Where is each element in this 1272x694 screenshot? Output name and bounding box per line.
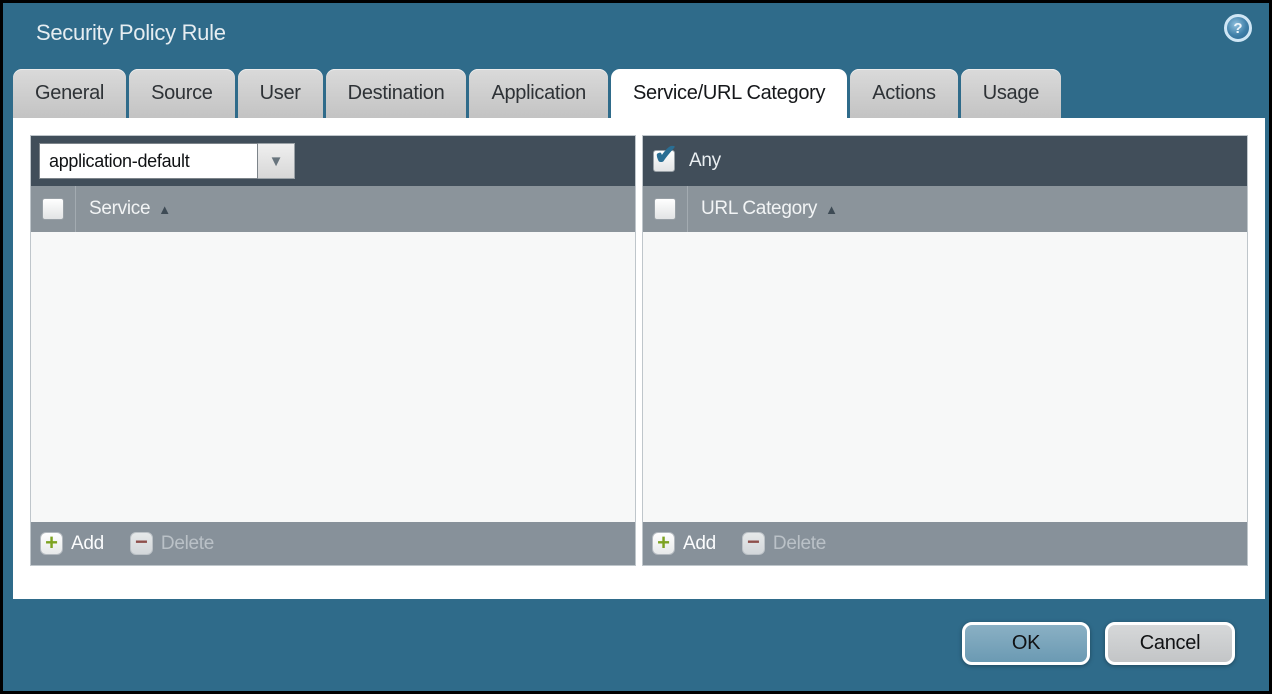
service-delete-button[interactable]: − Delete xyxy=(130,532,214,555)
minus-icon: − xyxy=(130,532,153,555)
service-add-button[interactable]: + Add xyxy=(40,532,104,555)
url-category-any-label: Any xyxy=(689,150,721,172)
tab-source[interactable]: Source xyxy=(129,69,235,118)
url-category-add-label: Add xyxy=(683,533,716,555)
url-category-panel: ✔ Any URL Category ▲ + Add xyxy=(642,135,1248,566)
url-category-list xyxy=(643,232,1247,522)
help-icon[interactable]: ? xyxy=(1224,14,1252,42)
url-category-delete-button[interactable]: − Delete xyxy=(742,532,826,555)
panels-container: application-default ▼ Service ▲ xyxy=(30,135,1248,566)
url-category-any-row: ✔ Any xyxy=(651,150,721,172)
tab-general[interactable]: General xyxy=(13,69,126,118)
url-category-select-all-cell xyxy=(643,186,688,232)
url-category-delete-label: Delete xyxy=(773,533,826,555)
checkmark-icon: ✔ xyxy=(654,140,677,171)
url-category-add-button[interactable]: + Add xyxy=(652,532,716,555)
url-category-column-header: URL Category ▲ xyxy=(643,186,1247,232)
service-panel-header: application-default ▼ xyxy=(31,136,635,186)
url-category-any-checkbox[interactable]: ✔ xyxy=(653,150,675,172)
service-type-dropdown-value[interactable]: application-default xyxy=(39,143,258,179)
tab-service-url-category[interactable]: Service/URL Category xyxy=(611,69,847,118)
service-panel-toolbar: + Add − Delete xyxy=(31,522,635,565)
plus-icon: + xyxy=(652,532,675,555)
url-category-select-all-checkbox[interactable] xyxy=(654,198,676,220)
tab-content: application-default ▼ Service ▲ xyxy=(13,118,1265,599)
chevron-down-icon: ▼ xyxy=(269,154,284,169)
cancel-button[interactable]: Cancel xyxy=(1105,622,1235,665)
url-category-panel-header: ✔ Any xyxy=(643,136,1247,186)
plus-icon: + xyxy=(40,532,63,555)
service-type-dropdown[interactable]: application-default ▼ xyxy=(39,143,295,179)
tab-actions[interactable]: Actions xyxy=(850,69,958,118)
sort-asc-icon[interactable]: ▲ xyxy=(158,202,171,217)
service-select-all-checkbox[interactable] xyxy=(42,198,64,220)
tab-usage[interactable]: Usage xyxy=(961,69,1061,118)
tab-bar: General Source User Destination Applicat… xyxy=(13,69,1061,118)
tab-destination[interactable]: Destination xyxy=(326,69,467,118)
security-policy-rule-dialog: Security Policy Rule ? General Source Us… xyxy=(3,3,1269,691)
service-column-label[interactable]: Service xyxy=(89,198,150,220)
tab-application[interactable]: Application xyxy=(469,69,608,118)
minus-icon: − xyxy=(742,532,765,555)
service-delete-label: Delete xyxy=(161,533,214,555)
dialog-titlebar: Security Policy Rule ? xyxy=(3,3,1269,67)
url-category-column-label[interactable]: URL Category xyxy=(701,198,817,220)
service-add-label: Add xyxy=(71,533,104,555)
ok-button[interactable]: OK xyxy=(962,622,1090,665)
service-panel: application-default ▼ Service ▲ xyxy=(30,135,636,566)
service-type-dropdown-button[interactable]: ▼ xyxy=(258,143,295,179)
url-category-panel-toolbar: + Add − Delete xyxy=(643,522,1247,565)
service-list xyxy=(31,232,635,522)
service-select-all-cell xyxy=(31,186,76,232)
dialog-title: Security Policy Rule xyxy=(36,20,226,46)
sort-asc-icon[interactable]: ▲ xyxy=(825,202,838,217)
tab-user[interactable]: User xyxy=(238,69,323,118)
service-column-header: Service ▲ xyxy=(31,186,635,232)
